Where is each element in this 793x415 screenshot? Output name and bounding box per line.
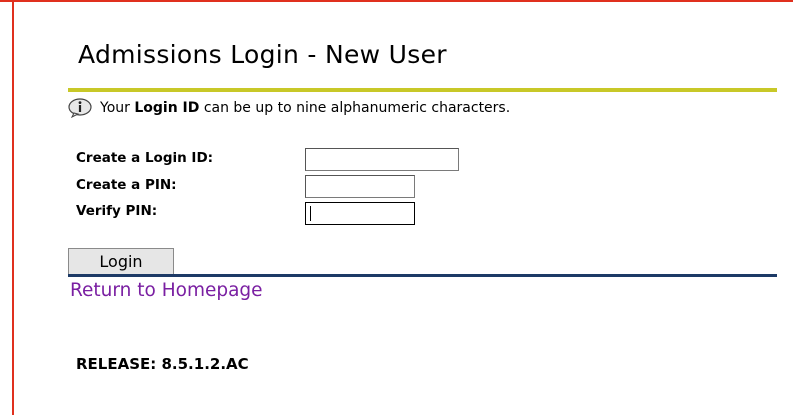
verify-pin-input[interactable] — [305, 202, 415, 225]
bottom-divider — [68, 274, 777, 277]
login-id-label: Create a Login ID: — [76, 150, 214, 166]
frame-top-border — [0, 0, 793, 2]
info-message: Your Login ID can be up to nine alphanum… — [68, 98, 511, 119]
info-text: Your Login ID can be up to nine alphanum… — [100, 100, 511, 116]
return-to-homepage-link[interactable]: Return to Homepage — [70, 280, 263, 301]
page-title: Admissions Login - New User — [78, 40, 447, 69]
login-id-input[interactable] — [305, 148, 459, 171]
pin-label: Create a PIN: — [76, 177, 177, 193]
login-button[interactable]: Login — [68, 248, 174, 275]
info-text-emphasis: Login ID — [134, 100, 200, 116]
title-divider — [68, 88, 777, 92]
verify-pin-label: Verify PIN: — [76, 203, 158, 219]
text-caret — [310, 206, 311, 221]
info-icon — [68, 98, 92, 119]
pin-input[interactable] — [305, 175, 415, 198]
release-version: RELEASE: 8.5.1.2.AC — [76, 355, 249, 373]
frame-left-border — [12, 0, 14, 415]
